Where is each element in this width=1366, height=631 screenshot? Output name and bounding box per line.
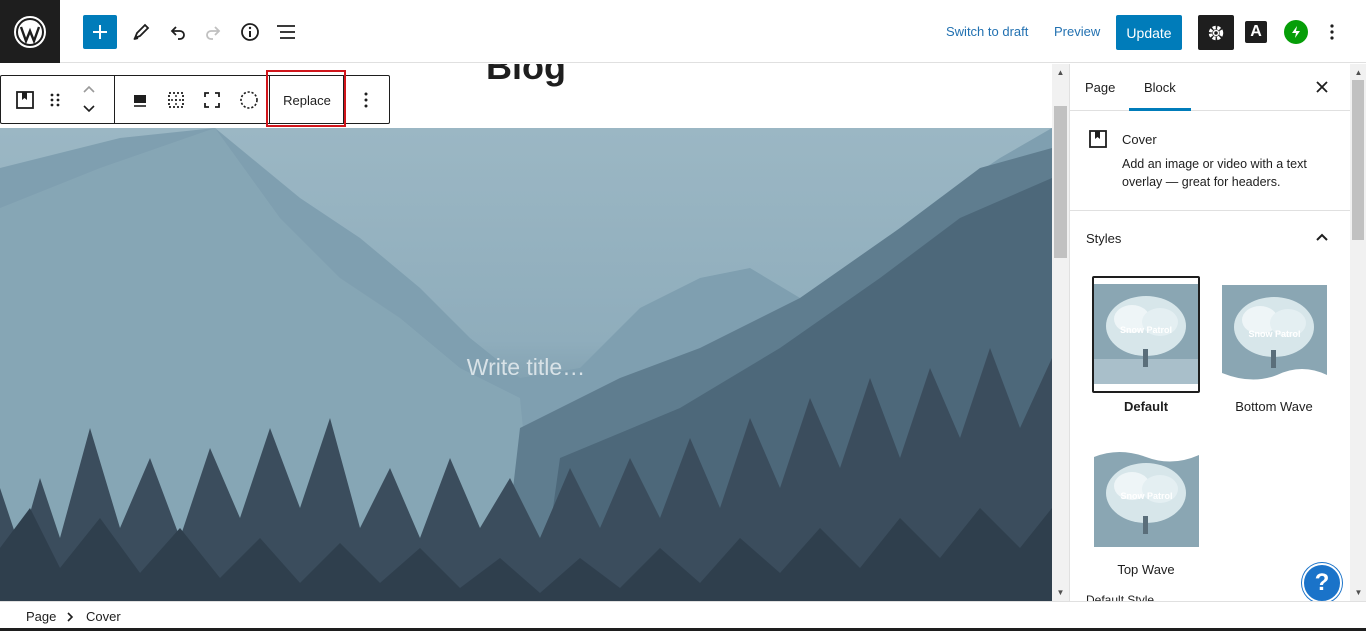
close-sidebar-button[interactable] xyxy=(1313,78,1331,96)
full-width-toggle[interactable] xyxy=(200,88,224,112)
close-icon xyxy=(1316,81,1328,93)
scroll-down-arrow[interactable]: ▼ xyxy=(1353,587,1364,598)
toolbar-divider xyxy=(114,76,115,123)
editor-app: Switch to draft Preview Update A Blog Wr… xyxy=(0,0,1366,631)
details-button[interactable] xyxy=(233,15,267,49)
move-down-button[interactable] xyxy=(77,100,101,118)
block-description: Add an image or video with a text overla… xyxy=(1122,157,1307,189)
position-icon xyxy=(134,95,146,107)
scroll-up-arrow[interactable]: ▲ xyxy=(1055,67,1066,78)
undo-button[interactable] xyxy=(161,15,195,49)
fullscreen-icon xyxy=(204,92,220,108)
info-icon xyxy=(241,23,259,41)
help-button[interactable]: ? xyxy=(1302,563,1342,603)
chevron-down-icon xyxy=(83,105,95,113)
style-option-top-wave[interactable]: Snow Patrol xyxy=(1094,447,1199,547)
tools-button[interactable] xyxy=(124,15,158,49)
update-button[interactable]: Update xyxy=(1116,15,1182,50)
plus-icon xyxy=(93,25,107,39)
more-vertical-icon xyxy=(364,92,368,108)
editor-canvas: Blog Write title… xyxy=(0,64,1052,601)
wordpress-icon xyxy=(14,15,46,48)
block-options-button[interactable] xyxy=(354,88,378,112)
replace-highlight-box xyxy=(266,70,346,127)
style-label-top-wave: Top Wave xyxy=(1117,562,1175,577)
breadcrumb-cover[interactable]: Cover xyxy=(86,609,121,624)
breadcrumb-page[interactable]: Page xyxy=(26,609,56,624)
thumbnail-text: Snow Patrol xyxy=(1248,329,1301,339)
chevron-up-icon xyxy=(83,85,95,93)
jetpack-button[interactable] xyxy=(1284,20,1308,44)
thumbnail-text: Snow Patrol xyxy=(1119,325,1172,335)
full-height-toggle[interactable] xyxy=(164,88,188,112)
thumbnail-text: Snow Patrol xyxy=(1120,491,1173,501)
tab-page[interactable]: Page xyxy=(1085,80,1115,95)
style-label-default: Default xyxy=(1123,399,1169,414)
cover-title-placeholder[interactable]: Write title… xyxy=(0,354,1052,381)
undo-icon xyxy=(170,26,185,40)
preview-button[interactable]: Preview xyxy=(1054,24,1100,39)
typography-a-button[interactable]: A xyxy=(1245,21,1267,43)
settings-sidebar: Page Block Cover Add an image or video w… xyxy=(1069,64,1350,601)
block-breadcrumb: Page Cover xyxy=(0,601,1366,629)
tab-block[interactable]: Block xyxy=(1144,80,1176,95)
style-option-bottom-wave[interactable]: Snow Patrol xyxy=(1222,285,1327,385)
page-title[interactable]: Blog xyxy=(486,64,566,88)
chevron-right-icon xyxy=(67,612,74,622)
cover-block-icon xyxy=(16,91,34,109)
drag-handle-icon xyxy=(50,93,60,107)
scrollbar-thumb[interactable] xyxy=(1054,106,1067,258)
style-label-bottom-wave: Bottom Wave xyxy=(1235,399,1313,414)
change-content-position-button[interactable] xyxy=(128,88,152,112)
move-up-button[interactable] xyxy=(77,80,101,98)
sidebar-tabs: Page Block xyxy=(1070,64,1350,111)
redo-button[interactable] xyxy=(196,15,230,49)
sidebar-scrollbar[interactable]: ▲ ▼ xyxy=(1350,64,1366,601)
top-toolbar: Switch to draft Preview Update A xyxy=(0,0,1366,63)
dashed-circle-icon xyxy=(240,91,258,109)
scroll-up-arrow[interactable]: ▲ xyxy=(1353,67,1364,78)
duotone-filter-button[interactable] xyxy=(237,88,261,112)
style-option-default[interactable]: Snow Patrol xyxy=(1092,276,1200,393)
cover-block-icon xyxy=(1089,130,1107,148)
pencil-icon xyxy=(133,23,150,40)
default-style-label: Default Style xyxy=(1086,593,1155,601)
list-view-icon xyxy=(277,25,295,39)
settings-button[interactable] xyxy=(1198,15,1234,50)
wordpress-logo-button[interactable] xyxy=(0,0,60,63)
block-type-button[interactable] xyxy=(13,88,37,112)
switch-to-draft-button[interactable]: Switch to draft xyxy=(946,24,1028,39)
canvas-scrollbar[interactable]: ▲ ▼ xyxy=(1052,64,1069,601)
drag-handle[interactable] xyxy=(43,88,67,112)
chevron-up-icon[interactable] xyxy=(1314,229,1330,245)
scrollbar-thumb[interactable] xyxy=(1352,80,1364,240)
styles-panel-title[interactable]: Styles xyxy=(1086,231,1121,246)
add-block-button[interactable] xyxy=(83,15,117,49)
jetpack-bolt-icon xyxy=(1292,26,1300,38)
more-vertical-icon xyxy=(1330,24,1334,40)
dotted-box-icon xyxy=(168,92,184,108)
gear-icon xyxy=(1208,25,1224,40)
scroll-down-arrow[interactable]: ▼ xyxy=(1055,587,1066,598)
options-menu-button[interactable] xyxy=(1322,21,1342,43)
block-card: Cover Add an image or video with a text … xyxy=(1070,111,1350,211)
redo-icon xyxy=(206,26,221,40)
cover-block[interactable]: Write title… xyxy=(0,128,1052,601)
list-view-button[interactable] xyxy=(269,15,303,49)
block-name: Cover xyxy=(1122,132,1157,147)
